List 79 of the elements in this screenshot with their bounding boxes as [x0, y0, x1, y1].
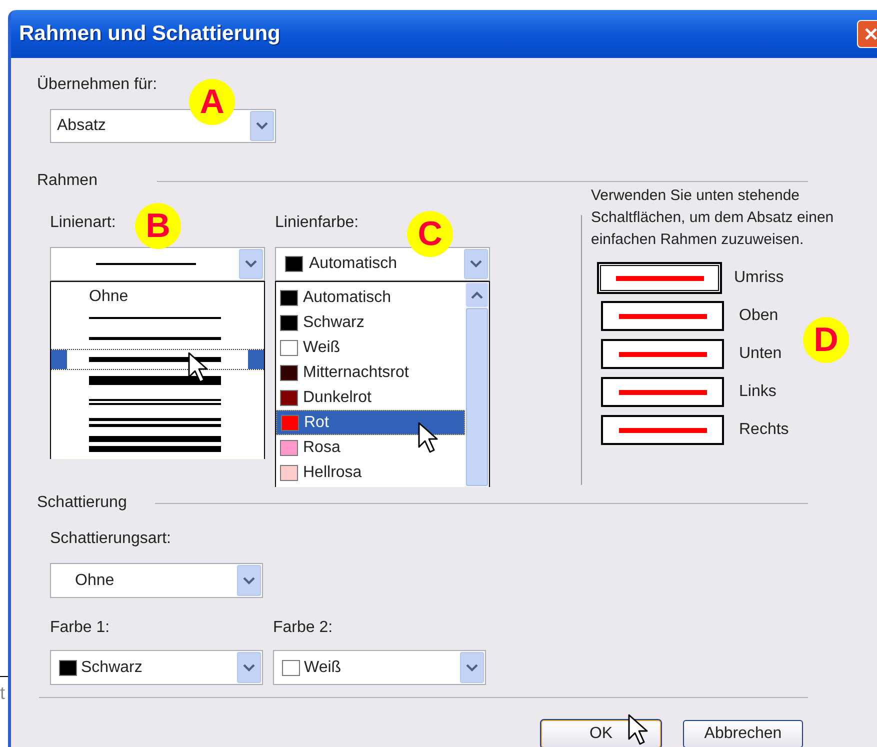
section-heading: Schattierung: [37, 493, 127, 513]
option-label: Ohne: [89, 286, 128, 306]
color-name: Mitternachtsrot: [303, 362, 409, 382]
chevron-up-icon: [471, 291, 483, 299]
color-name: Rosa: [303, 438, 340, 458]
color-option[interactable]: Dunkelrot: [276, 385, 465, 410]
chevron-down-icon: [243, 664, 255, 672]
field-label: Linienart:: [50, 213, 116, 233]
chevron-down-icon: [245, 260, 257, 268]
preset-label: Links: [739, 382, 776, 402]
scroll-up-button[interactable]: [466, 283, 488, 307]
preset-label: Rechts: [739, 420, 789, 440]
scrollbar[interactable]: [465, 282, 489, 487]
dialog-button[interactable]: Abbrechen: [683, 720, 803, 747]
border-preset-button[interactable]: [601, 301, 724, 331]
line-style-icon: [89, 316, 221, 318]
background-text: t: [0, 682, 6, 705]
dropdown-button[interactable]: [237, 565, 261, 596]
color-name: Rot: [304, 412, 329, 432]
dropdown-value: Schwarz: [81, 658, 142, 678]
border-preset-button[interactable]: [601, 339, 724, 369]
chevron-down-icon: [470, 260, 482, 268]
preset-label: Umriss: [734, 268, 784, 288]
color-name: Automatisch: [303, 288, 392, 308]
line-style-icon: [89, 436, 221, 452]
color-option[interactable]: Weiß: [276, 335, 465, 360]
chevron-down-icon: [466, 664, 478, 672]
line-style-icon: [89, 398, 221, 404]
line-style-icon: [89, 357, 221, 362]
color-name: Weiß: [303, 338, 340, 358]
color-option[interactable]: Hellrosa: [276, 460, 465, 485]
dropdown-button[interactable]: [460, 652, 484, 683]
color-option[interactable]: Automatisch: [276, 285, 465, 310]
hint-text: Verwenden Sie unten stehende Schaltflächen, um dem Absatz einen einfachen Rahmen zuzuweisen.: [591, 186, 835, 250]
line-style-icon: [89, 337, 221, 340]
dropdown-value: Automatisch: [309, 254, 398, 274]
border-preset-button[interactable]: [601, 377, 724, 407]
dropdown-button[interactable]: [239, 249, 263, 279]
line-color-dropdown[interactable]: Automatisch: [275, 247, 490, 281]
line-style-dropdown[interactable]: [50, 247, 265, 281]
preset-label: Oben: [739, 306, 778, 326]
dropdown-value: Weiß: [304, 658, 342, 678]
dropdown-button[interactable]: [464, 249, 488, 279]
preset-label: Unten: [739, 344, 782, 364]
mouse-pointer-icon: [628, 714, 650, 746]
color-name: Dunkelrot: [303, 388, 372, 408]
mouse-pointer-icon: [188, 352, 210, 384]
dropdown-value: Ohne: [74, 570, 116, 590]
shading-type-dropdown[interactable]: Ohne: [50, 563, 263, 598]
color-dropdown[interactable]: Weiß: [273, 650, 486, 685]
line-style-option[interactable]: Ohne: [51, 286, 264, 307]
dropdown-value: Absatz: [56, 116, 107, 136]
field-label: Übernehmen für:: [37, 74, 158, 95]
field-label: Farbe 2:: [273, 618, 334, 638]
dropdown-button[interactable]: [237, 652, 261, 683]
chevron-down-icon: [243, 576, 255, 584]
border-preset-button[interactable]: [601, 415, 724, 445]
scroll-thumb[interactable]: [466, 308, 488, 486]
color-dropdown[interactable]: Schwarz: [50, 650, 263, 685]
color-option[interactable]: Rot: [276, 410, 465, 435]
field-label: Farbe 1:: [50, 618, 111, 638]
close-icon: [864, 27, 877, 41]
color-option[interactable]: Mitternachtsrot: [276, 360, 465, 385]
line-style-icon: [89, 418, 221, 427]
border-preset-button[interactable]: [598, 263, 721, 293]
field-label: Schattierungsart:: [50, 529, 171, 549]
color-name: Schwarz: [303, 312, 364, 332]
color-name: Hellrosa: [303, 462, 362, 482]
close-button[interactable]: [857, 20, 877, 48]
color-option[interactable]: Rosa: [276, 435, 465, 460]
color-option[interactable]: Schwarz: [276, 310, 465, 335]
field-label: Linienfarbe:: [275, 213, 359, 233]
mouse-pointer-icon: [418, 422, 440, 454]
dialog-button[interactable]: OK: [541, 720, 661, 747]
section-heading: Rahmen: [37, 171, 98, 191]
dropdown-button[interactable]: [250, 111, 274, 141]
chevron-down-icon: [256, 122, 268, 130]
window-title: Rahmen und Schattierung: [19, 21, 280, 48]
line-style-icon: [89, 376, 221, 385]
